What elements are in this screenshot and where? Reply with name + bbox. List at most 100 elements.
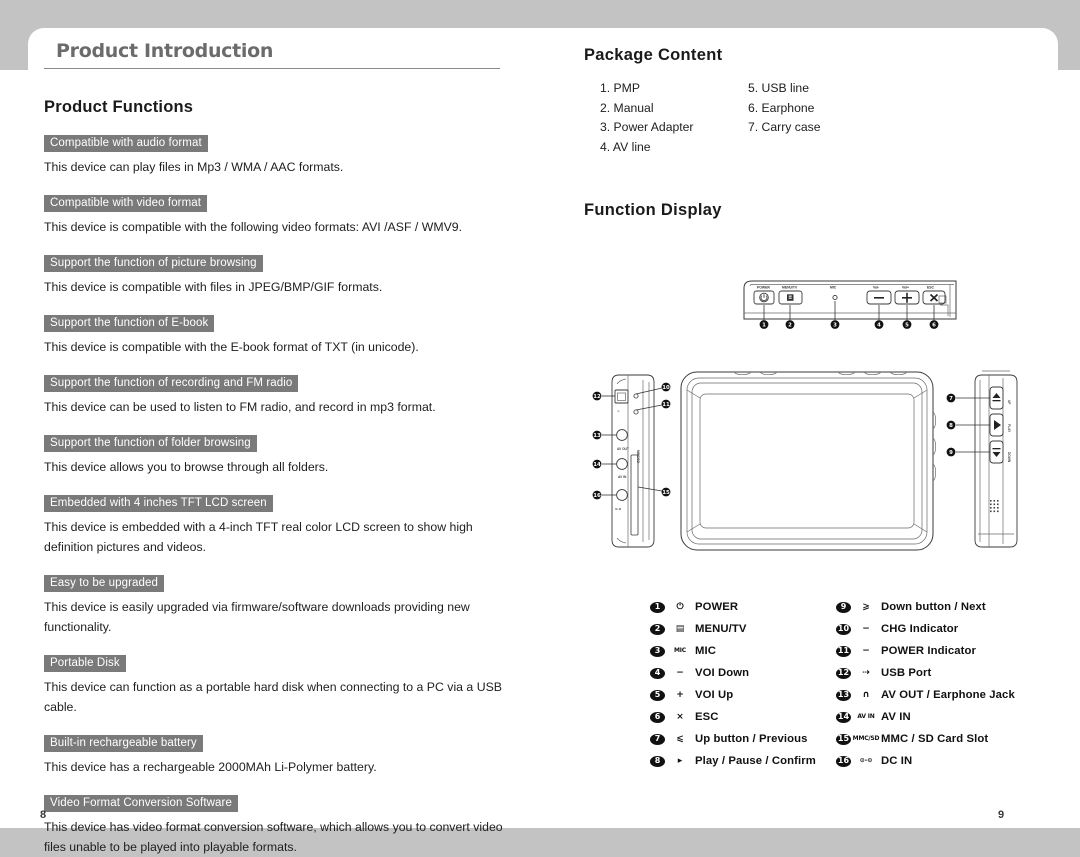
legend-callout-number: 16 [836, 755, 851, 767]
power-indicator-icon: − [862, 645, 870, 656]
page-number-left: 8 [40, 809, 47, 821]
legend-callout-number: 11 [836, 645, 851, 657]
feature-tag: Support the function of recording and FM… [44, 375, 299, 392]
legend-row: 2 ▤ MENU/TV [650, 618, 816, 640]
feature-description: This device is embedded with a 4-inch TF… [44, 520, 473, 554]
legend-label: MENU/TV [695, 623, 747, 635]
plus-icon: + [676, 689, 684, 700]
legend-callout-number: 14 [836, 711, 851, 723]
package-item: 1. PMP [600, 81, 640, 95]
feature-tag: Portable Disk [44, 655, 126, 672]
svg-text:4: 4 [877, 323, 881, 329]
legend-callout-number: 13 [836, 689, 851, 701]
feature-item: Support the function of recording and FM… [44, 373, 544, 417]
legend-row: 15 MMC/SD MMC / SD Card Slot [836, 728, 1015, 750]
product-functions-heading: Product Functions [44, 98, 194, 116]
package-item: 6. Earphone [748, 100, 815, 115]
legend-callout-number: 10 [836, 623, 851, 635]
package-item: 2. Manual [600, 100, 654, 115]
close-x-icon: × [676, 711, 684, 722]
package-content-heading: Package Content [584, 46, 723, 64]
svg-text:ESC: ESC [927, 286, 935, 290]
feature-item: Compatible with audio format This device … [44, 133, 544, 177]
chg-indicator-icon: − [862, 623, 870, 634]
earphone-icon: ∩ [862, 689, 870, 700]
feature-item: Portable Disk This device can function as… [44, 653, 544, 717]
package-item: 7. Carry case [748, 120, 821, 134]
legend-column-a: 1 ⏻ POWER 2 ▤ MENU/TV 3 MIC MIC 4− VOI Down 5 + VOI U… [650, 596, 816, 772]
feature-item: Support the function of E-book This devic… [44, 313, 544, 357]
card-slot-icon: MMC/SD [852, 735, 880, 742]
legend-row: 5 + VOI Up [650, 684, 816, 706]
legend-callout-number: 4 [650, 667, 665, 679]
legend-row: 12 ⇢ USB Port [836, 662, 1015, 684]
package-item: 5. USB line [748, 81, 809, 95]
legend-label: Play / Pause / Confirm [695, 755, 816, 767]
legend-callout-number: 5 [650, 689, 665, 701]
legend-callout-number: 8 [650, 755, 665, 767]
feature-tag: Support the function of picture browsing [44, 255, 263, 272]
svg-text:8: 8 [949, 423, 953, 429]
legend-callout-number: 15 [836, 733, 851, 745]
legend-callout-number: 2 [650, 623, 665, 635]
legend-callout-number: 3 [650, 645, 665, 657]
feature-tag: Compatible with audio format [44, 135, 208, 152]
svg-text:MIC: MIC [830, 286, 837, 290]
page-number-right: 9 [998, 809, 1005, 821]
svg-text:6: 6 [932, 323, 936, 329]
legend-label: USB Port [881, 667, 932, 679]
legend-callout-number: 7 [650, 733, 665, 745]
legend-label: AV OUT / Earphone Jack [881, 689, 1015, 701]
legend-row: 14 AV IN AV IN [836, 706, 1015, 728]
feature-description: This device can function as a portable h… [44, 680, 502, 714]
legend-label: POWER [695, 601, 739, 613]
legend-row: 7 ⩽ Up button / Previous [650, 728, 816, 750]
svg-text:7: 7 [949, 396, 953, 402]
svg-text:1: 1 [762, 323, 766, 329]
svg-text:DOWN: DOWN [1007, 452, 1011, 463]
svg-text:9: 9 [949, 450, 953, 456]
feature-item: Support the function of folder browsing T… [44, 433, 544, 477]
legend-label: VOI Down [695, 667, 750, 679]
svg-text:11: 11 [662, 402, 670, 408]
feature-tag: Support the function of folder browsing [44, 435, 257, 452]
legend-label: ESC [695, 711, 719, 723]
up-arrow-icon: ⩽ [676, 733, 684, 744]
feature-description: This device can play files in Mp3 / WMA … [44, 160, 344, 174]
feature-description: This device is compatible with the E-boo… [44, 340, 419, 354]
feature-tag: Embedded with 4 inches TFT LCD screen [44, 495, 273, 512]
package-column-b: 5. USB line 6. Earphone 7. Carry case [748, 79, 820, 138]
front-view [680, 371, 936, 551]
function-legend: 1 ⏻ POWER 2 ▤ MENU/TV 3 MIC MIC 4− VOI Down 5 + VOI U… [650, 596, 1070, 776]
chapter-title: Product Introduction [44, 40, 500, 69]
dc-in-icon: ⊙–⊙ [859, 757, 873, 764]
legend-label: Down button / Next [881, 601, 986, 613]
play-icon: ▸ [677, 755, 683, 766]
svg-text:Vol-: Vol- [873, 286, 879, 290]
svg-text:Vol+: Vol+ [902, 286, 909, 290]
legend-label: MIC [695, 645, 717, 657]
feature-list: Compatible with audio format This device … [44, 133, 544, 857]
left-side-view: ⇢ AV OUT AV IN ⊙-⊙ MMC/SD 12 13 14 16 10… [592, 374, 671, 548]
legend-row: 4− VOI Down [650, 662, 816, 684]
function-display-heading: Function Display [584, 201, 722, 219]
svg-text:10: 10 [662, 385, 670, 391]
feature-description: This device allows you to browse through… [44, 460, 329, 474]
legend-callout-number: 1 [650, 601, 665, 613]
feature-item: Video Format Conversion Software This dev… [44, 793, 544, 857]
svg-text:14: 14 [593, 462, 601, 468]
feature-tag: Support the function of E-book [44, 315, 215, 332]
legend-row: 1 ⏻ POWER [650, 596, 816, 618]
legend-callout-number: 12 [836, 667, 851, 679]
legend-label: POWER Indicator [881, 645, 977, 657]
legend-row: 11− POWER Indicator [836, 640, 1015, 662]
legend-row: 6 × ESC [650, 706, 816, 728]
feature-tag: Easy to be upgraded [44, 575, 165, 592]
feature-item: Built-in rechargeable battery This device… [44, 733, 544, 777]
feature-tag: Built-in rechargeable battery [44, 735, 203, 752]
usb-icon: ⇢ [862, 667, 870, 678]
minus-icon: − [676, 667, 684, 678]
legend-label: DC IN [881, 755, 913, 767]
svg-text:16: 16 [593, 493, 601, 499]
feature-description: This device is compatible with files in … [44, 280, 383, 294]
